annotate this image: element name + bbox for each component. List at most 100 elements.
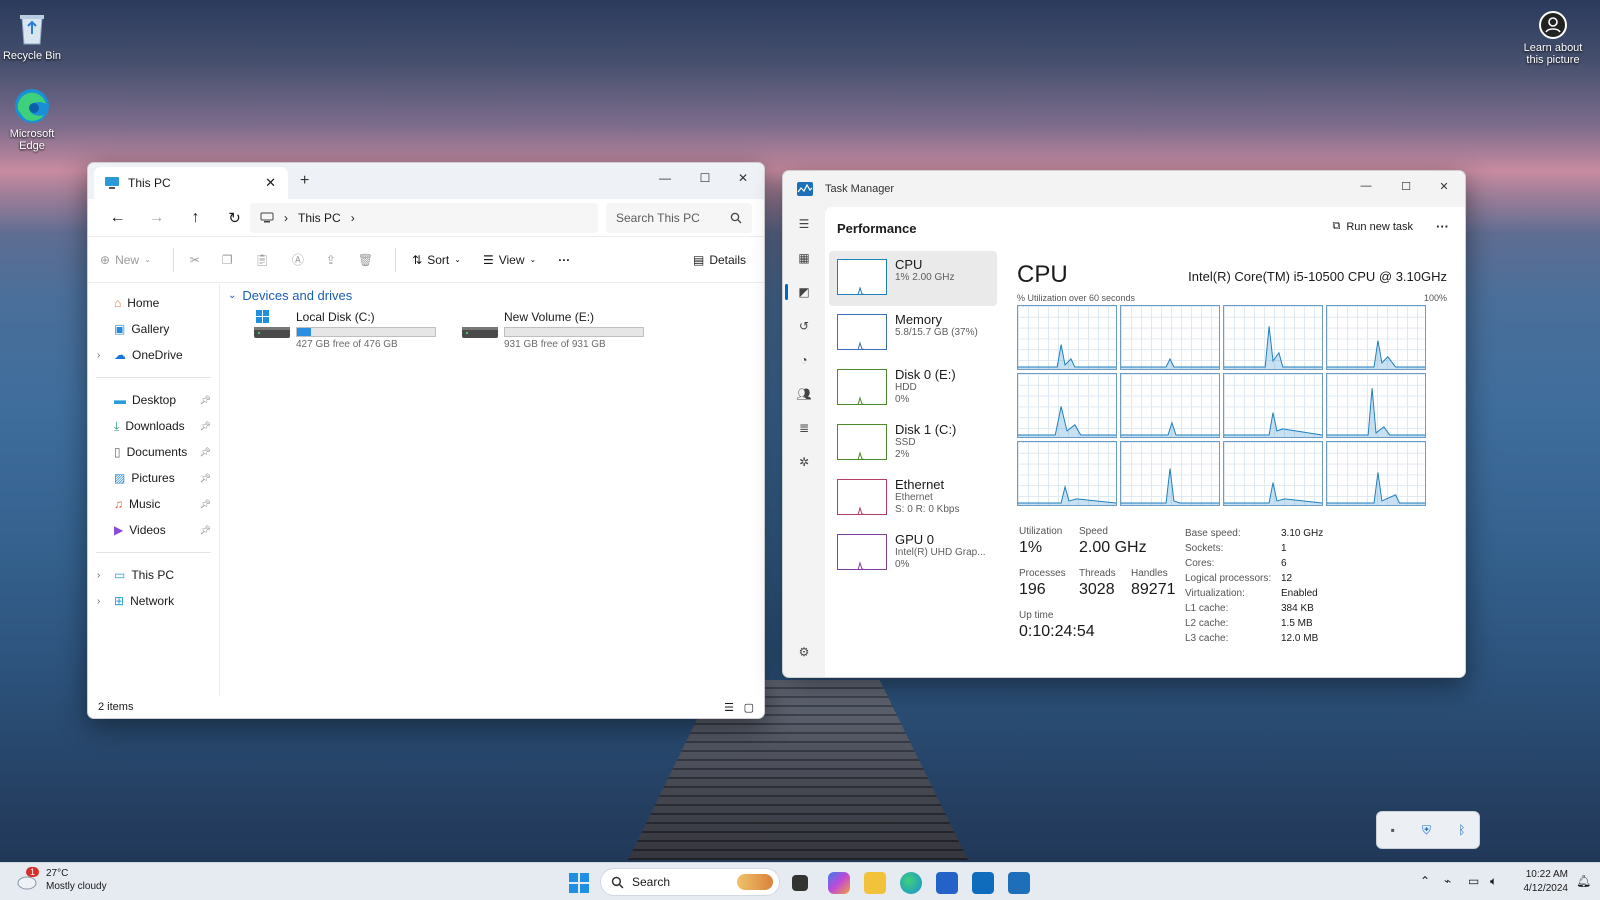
store-icon[interactable] xyxy=(936,872,958,894)
desktop-icon-recycle-bin[interactable]: Recycle Bin xyxy=(0,8,64,62)
perf-item[interactable]: Ethernet Ethernet S: 0 R: 0 Kbps xyxy=(829,471,997,526)
bluetooth-icon[interactable]: ᛒ xyxy=(1458,823,1465,837)
sort-button[interactable]: ⇅ Sort ⌄ xyxy=(412,253,461,267)
sort-icon: ⇅ xyxy=(412,252,423,267)
perf-item[interactable]: Memory 5.8/15.7 GB (37%) xyxy=(829,306,997,361)
taskbar-search[interactable]: Search xyxy=(600,868,780,896)
explorer-tab[interactable]: This PC ✕ xyxy=(94,167,288,199)
back-button[interactable]: ← xyxy=(98,203,137,233)
task-manager-taskbar-icon[interactable] xyxy=(1008,872,1030,894)
tab-close-icon[interactable]: ✕ xyxy=(265,175,276,191)
sidebar-item-network[interactable]: › ⊞ Network xyxy=(88,588,219,614)
share-button[interactable]: ⇪ xyxy=(326,253,336,267)
nav-details[interactable]: ≣ xyxy=(783,411,825,445)
tiles-view-icon[interactable]: ▢ xyxy=(744,701,754,714)
download-icon: ⤓ xyxy=(114,418,120,433)
display-icon[interactable]: ▭ xyxy=(1468,874,1479,888)
sidebar-item-downloads[interactable]: ⤓ Downloads 📌︎ xyxy=(88,413,219,439)
paste-button[interactable]: 📋︎ xyxy=(255,253,270,267)
sidebar-item-this-pc[interactable]: › ▭ This PC xyxy=(88,562,219,588)
nav-startup-apps[interactable]: ◔ xyxy=(783,343,825,377)
drive-item-c[interactable]: Local Disk (C:) 427 GB free of 476 GB xyxy=(254,310,436,350)
minimize-button[interactable]: — xyxy=(646,163,684,193)
spotlight-learn-about-picture[interactable]: Learn about this picture xyxy=(1518,10,1588,66)
perf-item-name: Memory xyxy=(895,312,942,327)
sidebar-item-videos[interactable]: ▶ Videos 📌︎ xyxy=(88,517,219,543)
maximize-button[interactable]: ☐ xyxy=(686,163,724,193)
delete-button[interactable]: 🗑︎ xyxy=(358,253,373,267)
hamburger-menu-button[interactable]: ☰ xyxy=(783,207,825,241)
sidebar-item-desktop[interactable]: ▬ Desktop 📌︎ xyxy=(88,387,219,413)
desktop-icon-edge[interactable]: Microsoft Edge xyxy=(0,86,64,152)
copy-button[interactable]: ❐ xyxy=(222,253,233,267)
chevron-right-icon[interactable]: › xyxy=(97,596,100,607)
nav-services[interactable]: ✲ xyxy=(783,445,825,479)
perf-item-detail: 1% 2.00 GHz xyxy=(895,272,955,283)
recycle-bin-icon xyxy=(12,8,52,48)
chevron-right-icon[interactable]: › xyxy=(97,350,100,361)
sidebar-item-onedrive[interactable]: › ☁ OneDrive xyxy=(88,342,219,368)
chevron-right-icon[interactable]: › xyxy=(97,570,100,581)
sidebar-item-music[interactable]: ♫ Music 📌︎ xyxy=(88,491,219,517)
sidebar-item-documents[interactable]: ▯ Documents 📌︎ xyxy=(88,439,219,465)
details-button[interactable]: ▤ Details xyxy=(693,253,746,267)
new-tab-button[interactable]: + xyxy=(300,172,309,190)
notification-bell-icon[interactable]: 🔔︎ xyxy=(1576,874,1591,888)
up-button[interactable]: ↑ xyxy=(176,203,215,233)
minimize-button[interactable]: — xyxy=(1347,171,1385,201)
network-icon[interactable]: ⌁ xyxy=(1444,874,1451,888)
drive-name: New Volume (E:) xyxy=(504,310,595,324)
nav-settings[interactable]: ⚙ xyxy=(783,635,825,669)
security-shield-icon[interactable]: ⛨ xyxy=(1422,823,1431,838)
run-new-task-button[interactable]: ⧉ Run new task xyxy=(1332,220,1413,233)
weather-widget[interactable]: 1 27°C Mostly cloudy xyxy=(14,867,107,893)
close-button[interactable]: ✕ xyxy=(724,163,762,193)
refresh-button[interactable]: ↻ xyxy=(215,203,254,233)
task-view-icon[interactable] xyxy=(792,875,808,891)
more-options-button[interactable]: ··· xyxy=(558,253,570,267)
stat-value: 196 xyxy=(1019,581,1046,598)
sidebar-item-home[interactable]: ⌂ Home xyxy=(88,290,219,316)
forward-button[interactable]: → xyxy=(137,203,176,233)
sidebar-item-label: Documents xyxy=(126,445,188,459)
close-button[interactable]: ✕ xyxy=(1425,171,1463,201)
nav-users[interactable]: 👥︎ xyxy=(783,377,825,411)
cpu-model: Intel(R) Core(TM) i5-10500 CPU @ 3.10GHz xyxy=(1188,269,1447,284)
copilot-icon[interactable] xyxy=(828,872,850,894)
perf-item[interactable]: Disk 0 (E:) HDD 0% xyxy=(829,361,997,416)
nav-performance[interactable]: ◩ xyxy=(783,275,825,309)
view-button[interactable]: ☰ View ⌄ xyxy=(483,253,536,267)
spec-label: L3 cache: xyxy=(1185,633,1229,644)
rename-button[interactable]: Ⓐ xyxy=(292,251,304,268)
nav-processes[interactable]: ▦ xyxy=(783,241,825,275)
perf-item[interactable]: CPU 1% 2.00 GHz xyxy=(829,251,997,306)
outlook-icon[interactable] xyxy=(972,872,994,894)
new-button[interactable]: ⊕ New ⌄ xyxy=(100,253,151,267)
address-bar[interactable]: › This PC › xyxy=(250,203,598,233)
more-dots-icon[interactable]: ··· xyxy=(1436,219,1449,234)
cut-button[interactable]: ✂ xyxy=(190,253,200,267)
perf-thumbnail-graph xyxy=(837,259,887,295)
drive-item-e[interactable]: New Volume (E:) 931 GB free of 931 GB xyxy=(462,310,644,350)
chevron-up-icon[interactable]: ⌃ xyxy=(1420,874,1430,888)
volume-icon[interactable]: 🔈︎ xyxy=(1490,874,1497,889)
tray-app-icon[interactable]: ▪ xyxy=(1391,823,1395,837)
maximize-button[interactable]: ☐ xyxy=(1387,171,1425,201)
drive-name: Local Disk (C:) xyxy=(296,310,375,324)
sidebar-item-pictures[interactable]: ▨ Pictures 📌︎ xyxy=(88,465,219,491)
details-view-icon[interactable]: ☰ xyxy=(724,701,734,714)
perf-item[interactable]: GPU 0 Intel(R) UHD Grap... 0% xyxy=(829,526,997,581)
sidebar-item-gallery[interactable]: ▣ Gallery xyxy=(88,316,219,342)
search-input[interactable]: Search This PC xyxy=(606,203,752,233)
clock[interactable]: 10:22 AM 4/12/2024 xyxy=(1510,868,1569,896)
group-header-devices[interactable]: ⌄ Devices and drives xyxy=(228,288,758,303)
pin-icon: 📌︎ xyxy=(199,472,211,483)
start-button[interactable] xyxy=(568,872,590,894)
perf-item-detail: Ethernet xyxy=(895,492,933,503)
address-crumb[interactable]: This PC xyxy=(298,211,341,225)
file-explorer-taskbar-icon[interactable] xyxy=(864,872,886,894)
nav-app-history[interactable]: ↺ xyxy=(783,309,825,343)
share-icon: ⇪ xyxy=(325,252,336,267)
perf-item[interactable]: Disk 1 (C:) SSD 2% xyxy=(829,416,997,471)
edge-taskbar-icon[interactable] xyxy=(900,872,922,894)
